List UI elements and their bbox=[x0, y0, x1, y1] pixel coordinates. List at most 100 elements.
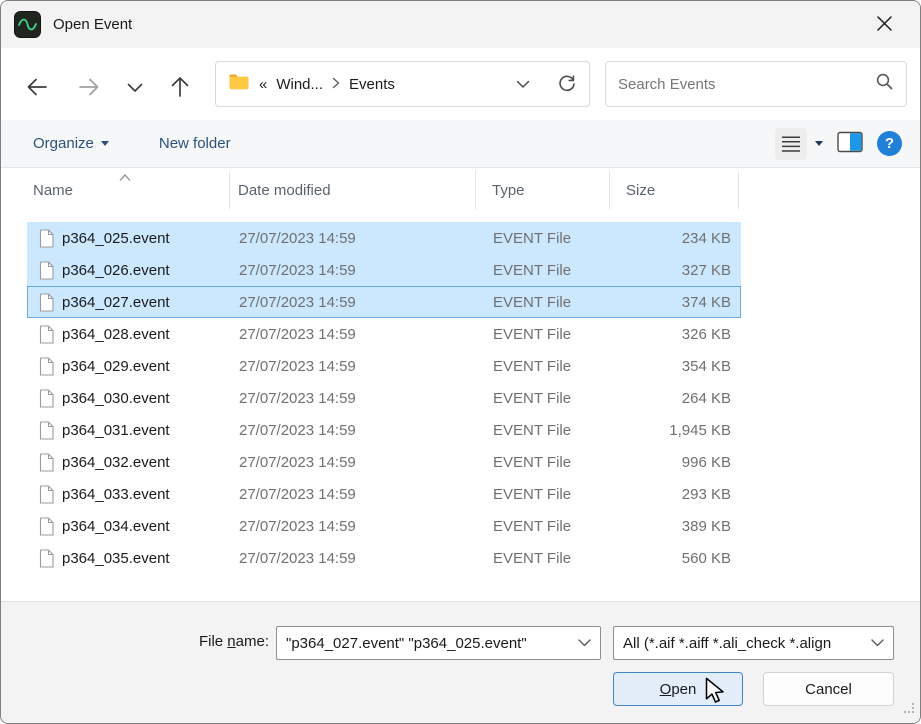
file-icon bbox=[39, 453, 54, 472]
file-date-modified: 27/07/2023 14:59 bbox=[239, 550, 356, 567]
organize-caret-icon bbox=[101, 141, 109, 146]
address-bar[interactable]: « Wind... Events bbox=[215, 61, 590, 107]
file-date-modified: 27/07/2023 14:59 bbox=[239, 262, 356, 279]
file-type: EVENT File bbox=[493, 518, 571, 535]
file-icon bbox=[39, 517, 54, 536]
open-button[interactable]: Open bbox=[613, 672, 743, 706]
file-name: p364_032.event bbox=[62, 454, 170, 471]
file-row[interactable]: p364_034.event 27/07/2023 14:59 EVENT Fi… bbox=[27, 510, 741, 542]
file-icon bbox=[39, 549, 54, 568]
file-list: p364_025.event 27/07/2023 14:59 EVENT Fi… bbox=[1, 214, 920, 601]
breadcrumb-parent[interactable]: Wind... bbox=[276, 76, 323, 93]
address-dropdown-button[interactable] bbox=[516, 80, 530, 89]
column-header-date-modified[interactable]: Date modified bbox=[238, 182, 331, 199]
close-button[interactable] bbox=[864, 11, 904, 39]
search-box bbox=[605, 61, 907, 107]
file-row[interactable]: p364_031.event 27/07/2023 14:59 EVENT Fi… bbox=[27, 414, 741, 446]
cancel-button[interactable]: Cancel bbox=[763, 672, 894, 706]
new-folder-label: New folder bbox=[159, 135, 231, 152]
file-name-dropdown-icon[interactable] bbox=[576, 639, 600, 647]
file-date-modified: 27/07/2023 14:59 bbox=[239, 294, 356, 311]
organize-label: Organize bbox=[33, 135, 94, 152]
file-row[interactable]: p364_035.event 27/07/2023 14:59 EVENT Fi… bbox=[27, 542, 741, 574]
forward-button[interactable] bbox=[71, 70, 107, 106]
navigation-bar: « Wind... Events bbox=[1, 48, 920, 120]
column-header-row: Name Date modified Type Size bbox=[1, 168, 920, 214]
file-row[interactable]: p364_028.event 27/07/2023 14:59 EVENT Fi… bbox=[27, 318, 741, 350]
file-name: p364_030.event bbox=[62, 390, 170, 407]
file-row[interactable]: p364_027.event 27/07/2023 14:59 EVENT Fi… bbox=[27, 286, 741, 318]
file-row[interactable]: p364_030.event 27/07/2023 14:59 EVENT Fi… bbox=[27, 382, 741, 414]
file-type: EVENT File bbox=[493, 422, 571, 439]
column-header-type[interactable]: Type bbox=[492, 182, 525, 199]
file-size: 264 KB bbox=[682, 390, 731, 407]
file-row[interactable]: p364_033.event 27/07/2023 14:59 EVENT Fi… bbox=[27, 478, 741, 510]
file-date-modified: 27/07/2023 14:59 bbox=[239, 230, 356, 247]
resize-grip[interactable] bbox=[904, 701, 915, 719]
command-toolbar: Organize New folder bbox=[1, 120, 920, 168]
column-header-name[interactable]: Name bbox=[33, 182, 73, 199]
organize-button[interactable]: Organize bbox=[33, 135, 109, 152]
file-date-modified: 27/07/2023 14:59 bbox=[239, 518, 356, 535]
file-type: EVENT File bbox=[493, 486, 571, 503]
file-size: 1,945 KB bbox=[669, 422, 731, 439]
file-icon bbox=[39, 229, 54, 248]
file-date-modified: 27/07/2023 14:59 bbox=[239, 358, 356, 375]
file-type: EVENT File bbox=[493, 390, 571, 407]
column-divider[interactable] bbox=[609, 171, 610, 209]
file-size: 996 KB bbox=[682, 454, 731, 471]
file-name-input[interactable] bbox=[277, 635, 576, 652]
column-header-size[interactable]: Size bbox=[626, 182, 655, 199]
file-type-dropdown-icon[interactable] bbox=[869, 639, 893, 647]
toolbar-right-group: ? bbox=[775, 128, 902, 160]
file-size: 389 KB bbox=[682, 518, 731, 535]
file-type: EVENT File bbox=[493, 294, 571, 311]
breadcrumb-collapsed[interactable]: « bbox=[259, 76, 267, 93]
back-arrow-icon bbox=[25, 76, 49, 101]
change-view-button[interactable] bbox=[775, 128, 823, 160]
file-date-modified: 27/07/2023 14:59 bbox=[239, 486, 356, 503]
column-divider[interactable] bbox=[229, 171, 230, 209]
column-divider[interactable] bbox=[475, 171, 476, 209]
file-date-modified: 27/07/2023 14:59 bbox=[239, 422, 356, 439]
file-type: EVENT File bbox=[493, 358, 571, 375]
file-name: p364_033.event bbox=[62, 486, 170, 503]
file-size: 326 KB bbox=[682, 326, 731, 343]
file-name: p364_029.event bbox=[62, 358, 170, 375]
title-bar: Open Event bbox=[1, 1, 920, 48]
help-button[interactable]: ? bbox=[877, 131, 902, 156]
file-name: p364_035.event bbox=[62, 550, 170, 567]
view-caret-icon bbox=[815, 141, 823, 146]
forward-arrow-icon bbox=[77, 76, 101, 101]
file-type: EVENT File bbox=[493, 454, 571, 471]
folder-icon bbox=[228, 73, 250, 95]
up-button[interactable] bbox=[162, 70, 198, 106]
new-folder-button[interactable]: New folder bbox=[159, 135, 231, 152]
file-type-combobox[interactable]: All (*.aif *.aiff *.ali_check *.align bbox=[613, 626, 894, 660]
recent-locations-button[interactable] bbox=[117, 70, 153, 106]
search-input[interactable] bbox=[618, 76, 875, 93]
breadcrumb-current[interactable]: Events bbox=[349, 76, 395, 93]
preview-pane-button[interactable] bbox=[837, 131, 863, 156]
file-icon bbox=[39, 261, 54, 280]
file-name: p364_027.event bbox=[62, 294, 170, 311]
file-row[interactable]: p364_032.event 27/07/2023 14:59 EVENT Fi… bbox=[27, 446, 741, 478]
file-name-combobox bbox=[276, 626, 601, 660]
file-row[interactable]: p364_026.event 27/07/2023 14:59 EVENT Fi… bbox=[27, 254, 741, 286]
file-date-modified: 27/07/2023 14:59 bbox=[239, 454, 356, 471]
search-icon bbox=[875, 72, 894, 96]
app-logo-icon bbox=[14, 11, 41, 38]
file-row[interactable]: p364_029.event 27/07/2023 14:59 EVENT Fi… bbox=[27, 350, 741, 382]
file-size: 354 KB bbox=[682, 358, 731, 375]
file-name: p364_031.event bbox=[62, 422, 170, 439]
file-icon bbox=[39, 325, 54, 344]
file-row[interactable]: p364_025.event 27/07/2023 14:59 EVENT Fi… bbox=[27, 222, 741, 254]
file-name-label: File name: bbox=[121, 633, 269, 650]
back-button[interactable] bbox=[19, 70, 55, 106]
file-name: p364_028.event bbox=[62, 326, 170, 343]
file-type: EVENT File bbox=[493, 550, 571, 567]
breadcrumb-separator-icon bbox=[332, 76, 340, 92]
column-divider[interactable] bbox=[738, 171, 739, 209]
file-size: 327 KB bbox=[682, 262, 731, 279]
refresh-button[interactable] bbox=[557, 74, 577, 94]
